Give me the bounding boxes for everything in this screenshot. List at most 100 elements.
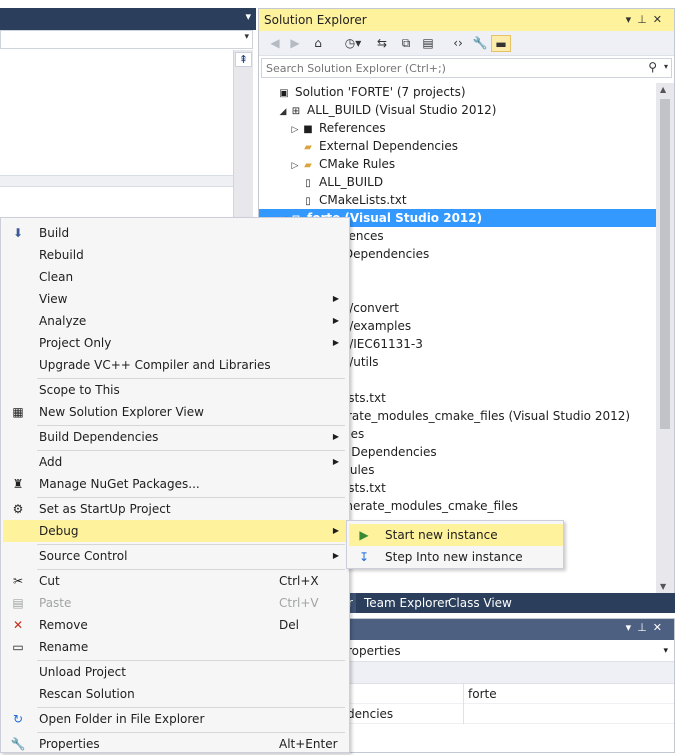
tree-item[interactable]: ▷ ■ References xyxy=(259,119,656,137)
menu-item[interactable]: 🔧 Properties Alt+Enter xyxy=(3,733,347,755)
menu-item[interactable]: ▤ Paste Ctrl+V xyxy=(3,592,347,614)
view-code-icon[interactable]: ‹› xyxy=(449,35,467,52)
chevron-down-icon[interactable]: ▾ xyxy=(663,640,668,662)
menu-item[interactable]: Source Control ▶ xyxy=(3,545,347,567)
menu-item[interactable]: Add ▶ xyxy=(3,451,347,473)
menu-item-label: Debug xyxy=(39,524,79,538)
menu-item[interactable]: Build Dependencies ▶ xyxy=(3,426,347,448)
search-input[interactable] xyxy=(262,59,622,77)
menu-shortcut: Ctrl+V xyxy=(279,596,319,610)
collapse-all-icon[interactable]: ⧉ xyxy=(397,35,415,52)
menu-item[interactable]: ✂ Cut Ctrl+X xyxy=(3,570,347,592)
menu-shortcut: Ctrl+X xyxy=(279,574,319,588)
tree-item-label: CMake Rules xyxy=(319,157,396,171)
menu-item[interactable]: ↻ Open Folder in File Explorer xyxy=(3,708,347,730)
window-position-icon[interactable]: ▾ xyxy=(626,621,638,634)
tree-item-label: External Dependencies xyxy=(319,139,459,153)
open-folder-icon: ↻ xyxy=(12,712,24,726)
home-icon[interactable]: ⌂ xyxy=(309,35,327,52)
menu-item-label: View xyxy=(39,292,68,306)
submenu-item-label: Step Into new instance xyxy=(385,550,523,564)
submenu-arrow-icon: ▶ xyxy=(332,338,339,347)
search-icon[interactable]: ⚲ xyxy=(648,60,657,74)
menu-item[interactable]: Rescan Solution xyxy=(3,683,347,705)
window-position-icon[interactable]: ▾ xyxy=(626,13,638,26)
chevron-down-icon[interactable]: ▾ xyxy=(244,32,249,42)
property-value[interactable]: forte xyxy=(463,684,675,704)
close-icon[interactable]: ✕ xyxy=(653,621,668,634)
tree-item-label: ALL_BUILD xyxy=(319,175,384,189)
menu-item-label: Clean xyxy=(39,270,74,284)
menu-item-label: Source Control xyxy=(39,549,128,563)
menu-item-label: Cut xyxy=(39,574,60,588)
project-context-menu: ⬇ Build Rebuild Clean View ▶ Analyze ▶ Project O… xyxy=(0,217,350,753)
submenu-item[interactable]: ▶ Start new instance xyxy=(349,524,563,546)
menu-item[interactable]: Analyze ▶ xyxy=(3,310,347,332)
debug-submenu: ▶ Start new instance ↧ Step Into new instan… xyxy=(346,520,564,569)
menu-item-label: Build Dependencies xyxy=(39,430,159,444)
tree-item[interactable]: ▣ Solution 'FORTE' (7 projects) xyxy=(259,83,656,101)
menu-item[interactable]: ⚙ Set as StartUp Project xyxy=(3,498,347,520)
wrench-icon: 🔧 xyxy=(10,737,26,751)
menu-item[interactable]: ✕ Remove Del xyxy=(3,614,347,636)
menu-item[interactable]: Clean xyxy=(3,266,347,288)
tool-window-tab[interactable]: Team Explorer xyxy=(361,593,453,613)
submenu-arrow-icon: ▶ xyxy=(332,457,339,466)
split-window-icon[interactable]: ⇞ xyxy=(235,52,252,67)
play-icon: ▶ xyxy=(359,528,369,542)
forward-icon[interactable]: ▶ xyxy=(287,35,303,52)
menu-item[interactable]: Debug ▶ xyxy=(3,520,347,542)
property-value[interactable] xyxy=(463,704,675,724)
editor-navigation-combo[interactable]: ▾ xyxy=(0,30,253,49)
menu-item-label: Rebuild xyxy=(39,248,84,262)
tree-item[interactable]: ▰ External Dependencies xyxy=(259,137,656,155)
solution-explorer-toolbar: ◀ ▶ ⌂ ◷▾ ⇆ ⧉ ▤ ‹› 🔧 ▬ xyxy=(259,31,674,56)
gear-icon: ⚙ xyxy=(12,502,24,516)
properties-combo-value: roperties xyxy=(347,644,401,658)
menu-item[interactable]: Rebuild xyxy=(3,244,347,266)
menu-item[interactable]: Scope to This xyxy=(3,379,347,401)
chevron-down-icon[interactable]: ▾ xyxy=(245,10,251,23)
scroll-up-icon[interactable]: ▲ xyxy=(660,85,666,94)
menu-item[interactable]: ⬇ Build xyxy=(3,222,347,244)
editor-splitter[interactable] xyxy=(0,175,233,187)
submenu-item-label: Start new instance xyxy=(385,528,498,542)
menu-item[interactable]: Project Only ▶ xyxy=(3,332,347,354)
chevron-down-icon[interactable]: ▾ xyxy=(664,62,668,71)
tree-vertical-scrollbar[interactable]: ▲ ▼ xyxy=(656,83,674,593)
menu-item-label: Manage NuGet Packages... xyxy=(39,477,200,491)
menu-item[interactable]: Unload Project xyxy=(3,661,347,683)
tree-item[interactable]: ▯ CMakeLists.txt xyxy=(259,191,656,209)
sync-with-active-document-icon[interactable]: ⇆ xyxy=(373,35,391,52)
tree-item-label: generate_modules_cmake_files (Visual Stu… xyxy=(317,409,631,423)
menu-item[interactable]: ♜ Manage NuGet Packages... xyxy=(3,473,347,495)
show-all-files-icon[interactable]: ▤ xyxy=(419,35,437,52)
close-icon[interactable]: ✕ xyxy=(653,13,668,26)
menu-item-label: Add xyxy=(39,455,63,469)
step-into-icon: ↧ xyxy=(358,550,370,564)
tree-item[interactable]: ◢ ⊞ ALL_BUILD (Visual Studio 2012) xyxy=(259,101,656,119)
pin-icon[interactable]: ⊥ xyxy=(637,13,653,26)
pin-icon[interactable]: ⊥ xyxy=(637,621,653,634)
menu-item-label: Scope to This xyxy=(39,383,120,397)
pending-changes-filter-icon[interactable]: ◷▾ xyxy=(339,35,367,52)
tree-item[interactable]: ▯ ALL_BUILD xyxy=(259,173,656,191)
scroll-thumb[interactable] xyxy=(660,99,670,429)
submenu-arrow-icon: ▶ xyxy=(332,432,339,441)
tree-item[interactable]: ▷ ▰ CMake Rules xyxy=(259,155,656,173)
tree-item-label: References xyxy=(319,121,386,135)
menu-item[interactable]: Upgrade VC++ Compiler and Libraries xyxy=(3,354,347,376)
menu-item-label: Rescan Solution xyxy=(39,687,135,701)
menu-item[interactable]: ▦ New Solution Explorer View xyxy=(3,401,347,423)
nuget-icon: ♜ xyxy=(12,477,24,491)
menu-item[interactable]: View ▶ xyxy=(3,288,347,310)
menu-item-label: Paste xyxy=(39,596,72,610)
menu-item[interactable]: ▭ Rename xyxy=(3,636,347,658)
tool-window-tab[interactable]: Class View xyxy=(445,593,515,613)
back-icon[interactable]: ◀ xyxy=(267,35,283,52)
preview-selected-items-icon[interactable]: ▬ xyxy=(491,35,511,52)
submenu-item[interactable]: ↧ Step Into new instance xyxy=(349,546,563,568)
wrench-icon[interactable]: 🔧 xyxy=(471,35,489,52)
scroll-down-icon[interactable]: ▼ xyxy=(660,582,666,591)
solution-explorer-search[interactable]: ⚲ ▾ xyxy=(261,58,672,78)
